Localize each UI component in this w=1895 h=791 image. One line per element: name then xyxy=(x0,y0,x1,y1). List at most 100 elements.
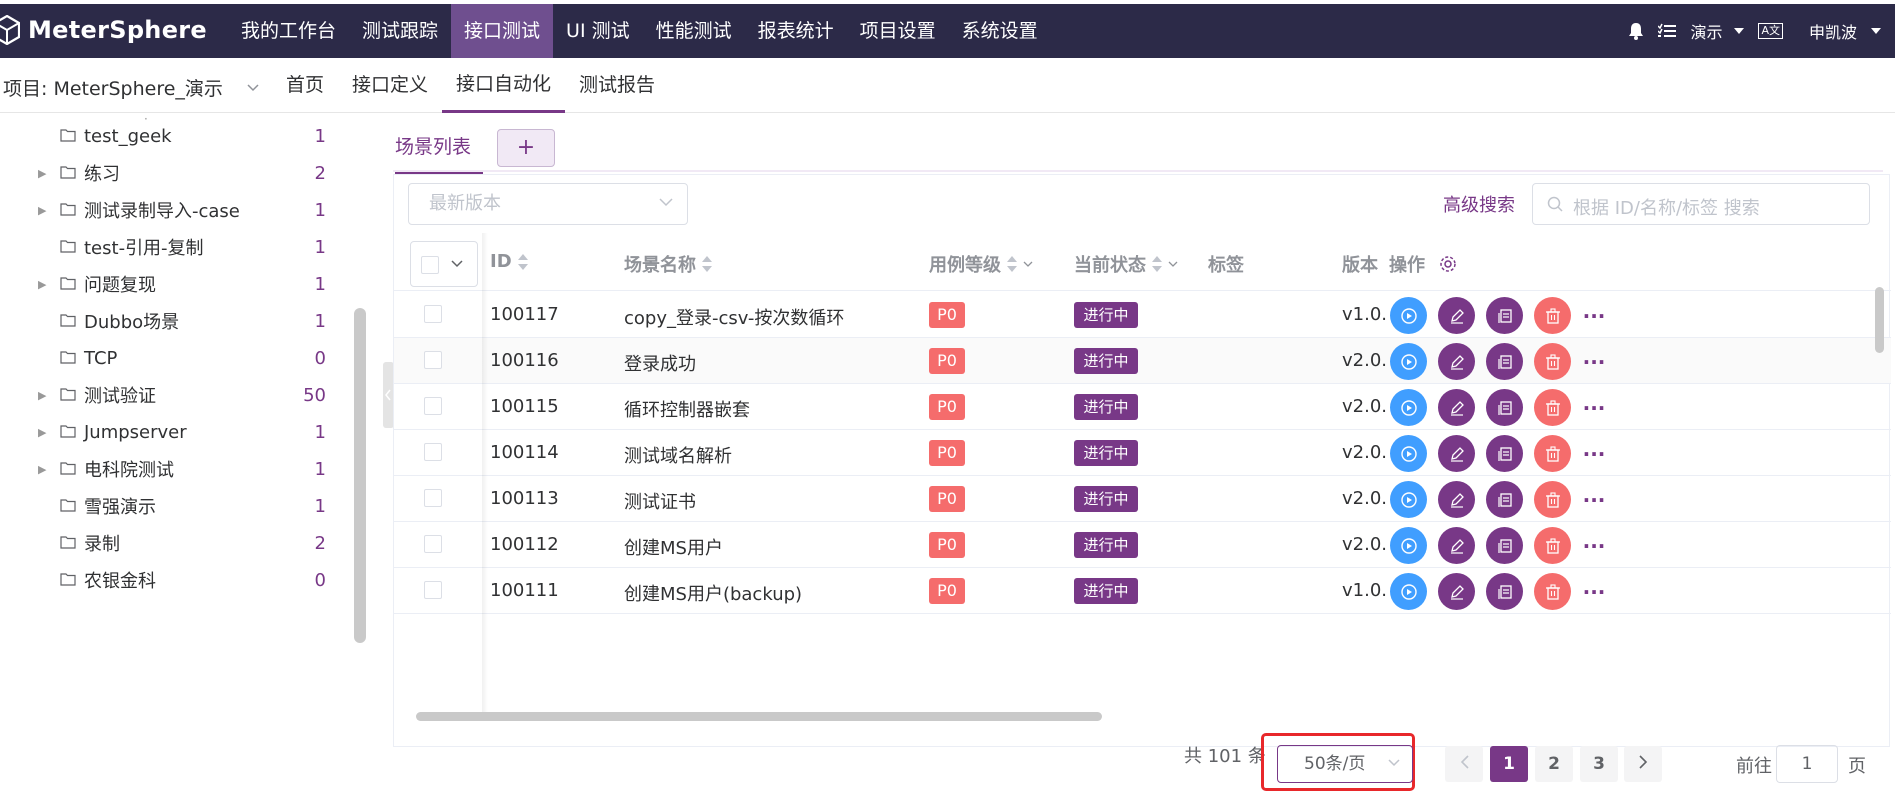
select-all-checkbox[interactable] xyxy=(421,256,439,274)
delete-button[interactable] xyxy=(1534,527,1571,564)
table-row[interactable]: 100112 创建MS用户 P0 进行中 v2.0.0 ··· xyxy=(394,522,1891,568)
sub-nav-item[interactable]: 首页 xyxy=(272,58,338,113)
row-checkbox[interactable] xyxy=(424,305,442,323)
delete-button[interactable] xyxy=(1534,297,1571,334)
copy-button[interactable] xyxy=(1486,343,1523,380)
task-list-icon[interactable] xyxy=(1658,23,1677,39)
delete-button[interactable] xyxy=(1534,481,1571,518)
sidebar-scrollbar[interactable] xyxy=(354,308,366,643)
column-header-name[interactable]: 场景名称 xyxy=(624,251,712,277)
version-select[interactable]: 最新版本 xyxy=(408,183,688,225)
language-icon[interactable]: A文 xyxy=(1758,23,1783,39)
edit-button[interactable] xyxy=(1438,389,1475,426)
edit-button[interactable] xyxy=(1438,527,1475,564)
column-header-id[interactable]: ID xyxy=(490,251,528,272)
more-actions-icon[interactable]: ··· xyxy=(1582,398,1606,418)
main-nav-item[interactable]: 我的工作台 xyxy=(228,4,349,58)
page-number-button[interactable]: 2 xyxy=(1535,746,1573,782)
run-button[interactable] xyxy=(1390,573,1427,610)
row-scenario-name[interactable]: 循环控制器嵌套 xyxy=(624,396,750,422)
main-nav-item[interactable]: 接口测试 xyxy=(451,4,554,58)
filter-chevron-icon[interactable] xyxy=(1168,261,1178,268)
sub-nav-item[interactable]: 测试报告 xyxy=(565,58,669,113)
sub-nav-item[interactable]: 接口自动化 xyxy=(442,58,566,113)
workspace-switcher[interactable]: 演示 xyxy=(1690,19,1745,43)
sort-icon[interactable] xyxy=(702,255,712,273)
caret-right-icon[interactable]: ▶ xyxy=(38,463,48,476)
run-button[interactable] xyxy=(1390,389,1427,426)
prev-page-button[interactable] xyxy=(1445,746,1483,782)
search-input[interactable]: 根据 ID/名称/标签 搜索 xyxy=(1532,183,1870,225)
add-tab-button[interactable]: + xyxy=(497,129,556,167)
sub-nav-item[interactable]: 接口定义 xyxy=(338,58,442,113)
page-number-button[interactable]: 1 xyxy=(1490,746,1528,782)
run-button[interactable] xyxy=(1390,343,1427,380)
copy-button[interactable] xyxy=(1486,527,1523,564)
more-actions-icon[interactable]: ··· xyxy=(1582,582,1606,602)
caret-right-icon[interactable]: ▶ xyxy=(38,278,48,291)
caret-right-icon[interactable]: ▶ xyxy=(38,389,48,402)
edit-button[interactable] xyxy=(1438,435,1475,472)
delete-button[interactable] xyxy=(1534,573,1571,610)
edit-button[interactable] xyxy=(1438,297,1475,334)
row-checkbox[interactable] xyxy=(424,397,442,415)
main-nav-item[interactable]: 系统设置 xyxy=(949,4,1051,58)
app-logo[interactable]: MeterSphere xyxy=(0,12,207,48)
row-scenario-name[interactable]: 测试证书 xyxy=(624,488,696,514)
run-button[interactable] xyxy=(1390,527,1427,564)
filter-chevron-icon[interactable] xyxy=(1023,261,1033,268)
caret-right-icon[interactable]: ▶ xyxy=(38,167,48,180)
column-header-status[interactable]: 当前状态 xyxy=(1074,251,1178,277)
row-checkbox[interactable] xyxy=(424,443,442,461)
copy-button[interactable] xyxy=(1486,297,1523,334)
copy-button[interactable] xyxy=(1486,389,1523,426)
edit-button[interactable] xyxy=(1438,573,1475,610)
table-row[interactable]: 100115 循环控制器嵌套 P0 进行中 v2.0.0 ··· xyxy=(394,384,1891,430)
user-menu[interactable]: 申凯波 xyxy=(1809,19,1857,43)
table-row[interactable]: 100116 登录成功 P0 进行中 v2.0.0 ··· xyxy=(394,338,1891,384)
row-scenario-name[interactable]: 创建MS用户(backup) xyxy=(624,580,802,606)
edit-button[interactable] xyxy=(1438,343,1475,380)
more-actions-icon[interactable]: ··· xyxy=(1582,444,1606,464)
delete-button[interactable] xyxy=(1534,435,1571,472)
table-row[interactable]: 100117 copy_登录-csv-按次数循环 P0 进行中 v1.0.0 ··· xyxy=(394,292,1891,338)
column-header-version[interactable]: 版本 xyxy=(1342,251,1382,277)
copy-button[interactable] xyxy=(1486,435,1523,472)
main-nav-item[interactable]: 项目设置 xyxy=(847,4,949,58)
row-scenario-name[interactable]: 测试域名解析 xyxy=(624,442,732,468)
project-selector[interactable]: 项目: MeterSphere_演示 xyxy=(3,74,259,101)
column-header-level[interactable]: 用例等级 xyxy=(929,251,1033,277)
bell-icon[interactable] xyxy=(1628,22,1644,40)
tab-scenario-list[interactable]: 场景列表 xyxy=(395,122,484,174)
table-vertical-scrollbar[interactable] xyxy=(1875,287,1884,353)
next-page-button[interactable] xyxy=(1624,746,1662,782)
main-nav-item[interactable]: 性能测试 xyxy=(643,4,745,58)
caret-right-icon[interactable]: ▶ xyxy=(38,426,48,439)
copy-button[interactable] xyxy=(1486,573,1523,610)
row-scenario-name[interactable]: 创建MS用户 xyxy=(624,534,723,560)
row-scenario-name[interactable]: copy_登录-csv-按次数循环 xyxy=(624,304,844,330)
sort-icon[interactable] xyxy=(1152,255,1162,273)
row-scenario-name[interactable]: 登录成功 xyxy=(624,350,696,376)
row-checkbox[interactable] xyxy=(424,535,442,553)
delete-button[interactable] xyxy=(1534,389,1571,426)
more-actions-icon[interactable]: ··· xyxy=(1582,352,1606,372)
main-nav-item[interactable]: UI 测试 xyxy=(553,4,643,58)
sort-icon[interactable] xyxy=(517,253,528,271)
table-row[interactable]: 100111 创建MS用户(backup) P0 进行中 v1.0.0 ··· xyxy=(394,568,1891,614)
sort-icon[interactable] xyxy=(1007,255,1017,273)
table-row[interactable]: 100113 测试证书 P0 进行中 v2.0.0 ··· xyxy=(394,476,1891,522)
run-button[interactable] xyxy=(1390,297,1427,334)
row-checkbox[interactable] xyxy=(424,351,442,369)
row-checkbox[interactable] xyxy=(424,489,442,507)
more-actions-icon[interactable]: ··· xyxy=(1582,536,1606,556)
table-row[interactable]: 100114 测试域名解析 P0 进行中 v2.0.0 ··· xyxy=(394,430,1891,476)
page-size-select[interactable]: 50条/页 xyxy=(1277,745,1413,783)
main-nav-item[interactable]: 测试跟踪 xyxy=(349,4,451,58)
select-all-dropdown[interactable] xyxy=(410,241,478,287)
delete-button[interactable] xyxy=(1534,343,1571,380)
more-actions-icon[interactable]: ··· xyxy=(1582,306,1606,326)
row-checkbox[interactable] xyxy=(424,581,442,599)
main-nav-item[interactable]: 报表统计 xyxy=(745,4,847,58)
more-actions-icon[interactable]: ··· xyxy=(1582,490,1606,510)
